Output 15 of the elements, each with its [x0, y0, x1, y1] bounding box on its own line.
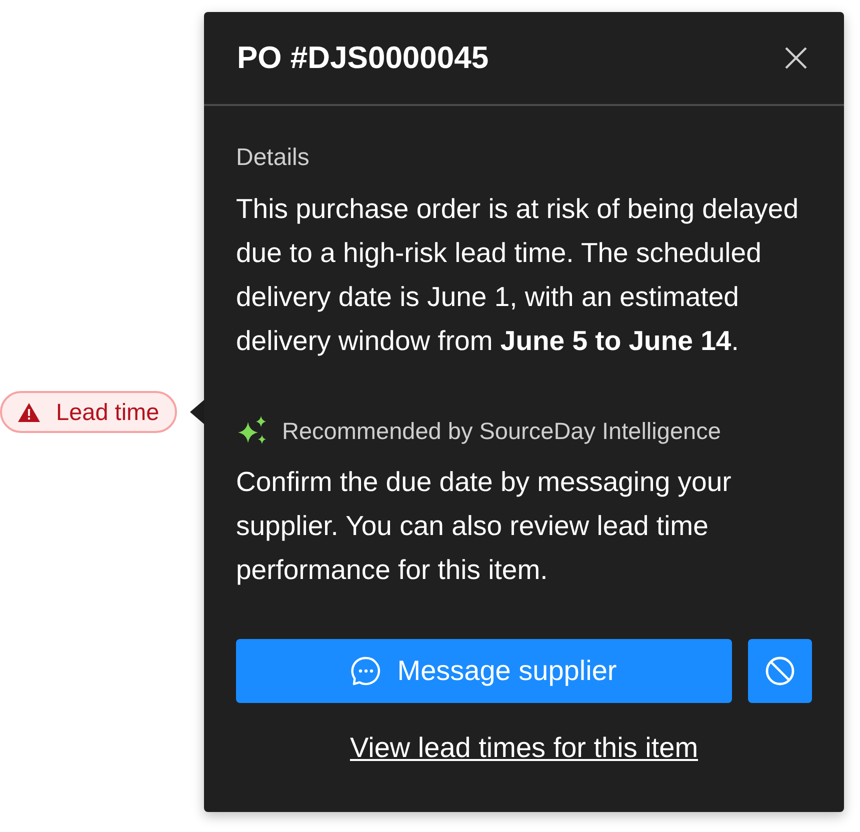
details-text: This purchase order is at risk of being delayed due to a high-risk lead time. The scheduled delivery date is June 1, with an estimated delivery window from June 5 to June 14.: [236, 192, 800, 358]
chat-bubble-icon: [351, 656, 382, 686]
close-button[interactable]: [784, 46, 808, 70]
close-icon: [785, 47, 807, 69]
view-lead-times-link[interactable]: View lead times for this item: [350, 731, 698, 765]
recommendation-label: Recommended by SourceDay Intelligence: [282, 417, 721, 445]
dismiss-button[interactable]: [748, 639, 812, 703]
details-label: Details: [236, 144, 310, 172]
warning-icon: [18, 402, 40, 422]
badge-label: Lead time: [56, 398, 160, 426]
lead-time-badge[interactable]: Lead time: [0, 391, 177, 433]
message-supplier-button[interactable]: Message supplier: [236, 639, 732, 703]
popover-title: PO #DJS0000045: [237, 38, 489, 77]
recommendation-text: Confirm the due date by messaging your supplier. You can also review lead time performance for this item.: [236, 465, 732, 587]
ban-icon: [765, 656, 795, 686]
